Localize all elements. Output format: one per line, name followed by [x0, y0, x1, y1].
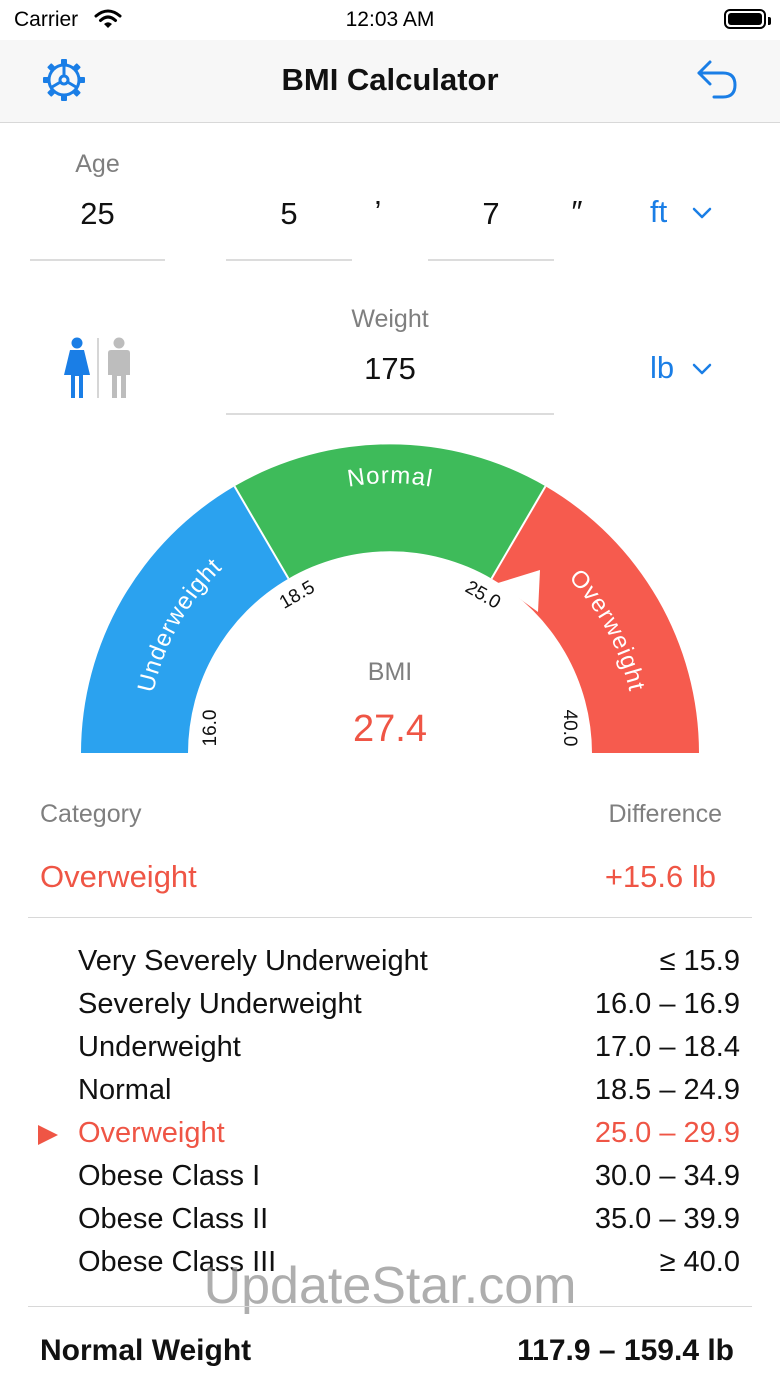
bmi-value: 27.4: [353, 708, 427, 750]
table-row: Very Severely Underweight ≤ 15.9: [78, 945, 740, 988]
row-range: ≤ 15.9: [659, 945, 740, 977]
page-title: BMI Calculator: [281, 62, 499, 97]
normal-weight-label: Normal Weight: [40, 1334, 252, 1367]
difference-label: Difference: [608, 800, 723, 828]
row-category: Normal: [78, 1074, 172, 1106]
table-row-active: Overweight 25.0 – 29.9: [78, 1117, 740, 1160]
row-range: 30.0 – 34.9: [594, 1160, 740, 1192]
weight-unit-selector[interactable]: lb: [650, 350, 720, 390]
undo-arrow-icon[interactable]: [694, 58, 740, 102]
male-icon[interactable]: [108, 337, 130, 399]
row-range: 16.0 – 16.9: [594, 988, 740, 1020]
height-inches-field[interactable]: 7: [428, 196, 554, 232]
navigation-bar: BMI Calculator: [0, 40, 780, 123]
gauge-tick-18-5: 18.5: [276, 577, 319, 614]
row-range: 35.0 – 39.9: [594, 1203, 740, 1235]
watermark: UpdateStar.com: [203, 1257, 577, 1315]
height-feet-underline: [226, 259, 352, 261]
gauge-normal-segment: [234, 444, 546, 579]
divider: [28, 1306, 752, 1307]
chevron-down-icon: [692, 207, 712, 219]
female-icon[interactable]: [64, 337, 90, 399]
gauge-tick-25: 25.0: [461, 577, 504, 614]
weight-unit-label: lb: [650, 350, 675, 385]
category-label: Category: [40, 800, 142, 828]
gender-toggle[interactable]: [58, 336, 138, 400]
row-range: 25.0 – 29.9: [594, 1117, 740, 1149]
table-row: Obese Class I 30.0 – 34.9: [78, 1160, 740, 1203]
age-label: Age: [75, 150, 120, 178]
height-feet-field[interactable]: 5: [226, 196, 352, 232]
height-unit-selector[interactable]: ft: [650, 194, 720, 234]
table-row: Severely Underweight 16.0 – 16.9: [78, 988, 740, 1031]
category-value: Overweight: [40, 859, 197, 894]
gauge-tick-40: 40.0: [559, 710, 580, 747]
row-range: 17.0 – 18.4: [594, 1031, 740, 1063]
row-category: Obese Class II: [78, 1203, 269, 1235]
age-field[interactable]: 25: [30, 196, 165, 232]
weight-field-underline: [226, 413, 554, 415]
row-category: Severely Underweight: [78, 988, 362, 1020]
feet-mark: ’: [374, 194, 382, 229]
height-unit-label: ft: [650, 194, 668, 229]
gauge-tick-16: 16.0: [200, 710, 221, 747]
weight-label: Weight: [351, 305, 429, 333]
divider: [28, 917, 752, 918]
row-category: Underweight: [78, 1031, 241, 1063]
difference-value: +15.6 lb: [604, 859, 716, 894]
row-category: Overweight: [78, 1117, 225, 1149]
battery-icon: [724, 9, 771, 29]
status-bar: Carrier 12:03 AM: [0, 0, 780, 40]
weight-field[interactable]: 175: [226, 351, 554, 387]
current-category-marker-icon: [38, 1125, 58, 1145]
row-category: Very Severely Underweight: [78, 945, 428, 977]
row-category: Obese Class I: [78, 1160, 261, 1192]
normal-weight-value: 117.9 – 159.4 lb: [517, 1334, 734, 1367]
row-range: 18.5 – 24.9: [594, 1074, 740, 1106]
table-row: Normal 18.5 – 24.9: [78, 1074, 740, 1117]
status-time: 12:03 AM: [345, 8, 435, 31]
table-row: Underweight 17.0 – 18.4: [78, 1031, 740, 1074]
bmi-label: BMI: [367, 658, 413, 686]
chevron-down-icon: [692, 363, 712, 375]
height-inches-underline: [428, 259, 554, 261]
table-row: Obese Class II 35.0 – 39.9: [78, 1203, 740, 1246]
age-field-underline: [30, 259, 165, 261]
inch-mark: ″: [571, 194, 583, 229]
